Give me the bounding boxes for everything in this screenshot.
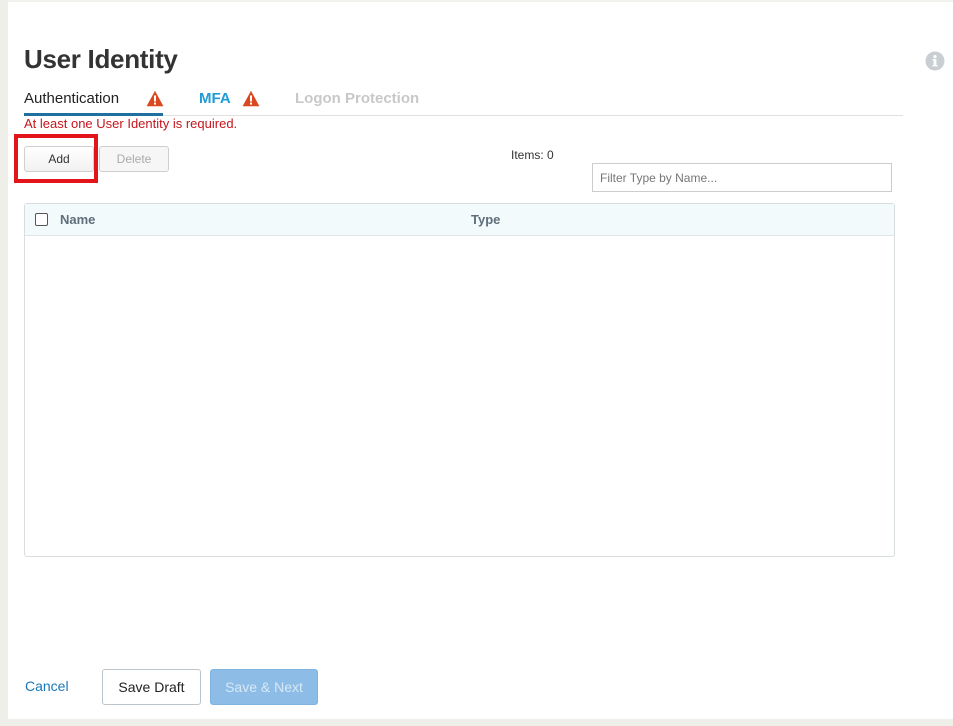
- save-draft-button[interactable]: Save Draft: [102, 669, 201, 705]
- tab-authentication-label: Authentication: [24, 90, 120, 107]
- column-header-type[interactable]: Type: [471, 212, 500, 227]
- save-next-button: Save & Next: [210, 669, 318, 705]
- cancel-link[interactable]: Cancel: [25, 678, 69, 694]
- table-header: Name Type: [25, 204, 894, 236]
- warning-icon: [146, 90, 164, 107]
- column-header-name[interactable]: Name: [60, 212, 95, 227]
- validation-error: At least one User Identity is required.: [24, 116, 238, 131]
- top-divider: [8, 0, 953, 2]
- filter-input[interactable]: [592, 163, 892, 192]
- items-count: Items: 0: [511, 148, 554, 162]
- select-all-checkbox[interactable]: [35, 213, 48, 226]
- tab-logon-protection-label: Logon Protection: [295, 90, 420, 107]
- info-icon[interactable]: [925, 51, 945, 71]
- left-border: [0, 0, 8, 726]
- tab-logon-protection: Logon Protection: [295, 88, 419, 115]
- bottom-border: [0, 719, 953, 726]
- tab-bar: Authentication MFA Logon Protection: [24, 88, 903, 116]
- tab-mfa[interactable]: MFA: [199, 88, 260, 115]
- highlight-annotation: [14, 134, 98, 183]
- page-frame: User Identity Authentication MFA Logon P…: [0, 0, 953, 726]
- warning-icon: [242, 90, 260, 107]
- identity-table: Name Type: [24, 203, 895, 557]
- tab-mfa-label: MFA: [199, 90, 231, 107]
- tab-authentication[interactable]: Authentication: [24, 88, 164, 116]
- page-title: User Identity: [24, 44, 178, 74]
- delete-button: Delete: [99, 146, 169, 172]
